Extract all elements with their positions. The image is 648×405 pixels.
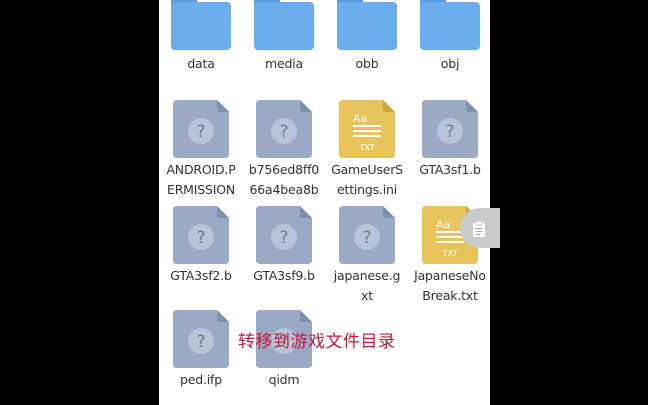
folder-icon	[337, 0, 397, 50]
file-name: JapaneseNoBreak.txt	[414, 268, 486, 303]
file-name: data	[187, 56, 215, 71]
folder-icon	[254, 0, 314, 50]
folder-item[interactable]: media	[248, 0, 320, 80]
file-name: media	[265, 56, 303, 71]
folder-icon	[420, 0, 480, 50]
file-item[interactable]: ? ped.ifp	[165, 308, 237, 405]
folder-icon	[171, 0, 231, 50]
file-name: GTA3sf2.b	[170, 268, 232, 283]
unknown-file-icon: ?	[173, 100, 229, 158]
unknown-file-icon: ?	[422, 100, 478, 158]
file-item[interactable]: ? GTA3sf9.b	[248, 204, 320, 304]
file-name: obb	[355, 56, 379, 71]
unknown-file-icon: ?	[173, 206, 229, 264]
file-item[interactable]: ? GTA3sf1.b	[414, 98, 486, 198]
text-file-icon: Aa TXT	[339, 100, 395, 158]
folder-item[interactable]: data	[165, 0, 237, 80]
svg-text:Aa: Aa	[436, 218, 450, 231]
svg-text:?: ?	[279, 122, 288, 142]
file-item[interactable]: ? b756ed8ff066a4bea8b	[248, 98, 320, 198]
unknown-file-icon: ?	[256, 206, 312, 264]
svg-text:TXT: TXT	[441, 249, 457, 258]
file-name: ANDROID.PERMISSION	[166, 162, 236, 197]
file-item[interactable]: Aa TXT GameUserSettings.ini	[331, 98, 403, 198]
svg-text:Aa: Aa	[353, 112, 367, 125]
svg-text:?: ?	[196, 332, 205, 352]
file-name: japanese.gxt	[333, 268, 401, 303]
file-name: GameUserSettings.ini	[331, 162, 403, 197]
svg-text:?: ?	[362, 228, 371, 248]
clipboard-icon	[473, 221, 485, 237]
folder-item[interactable]: obj	[414, 0, 486, 80]
svg-text:TXT: TXT	[358, 143, 374, 152]
file-item[interactable]: ? japanese.gxt	[331, 204, 403, 304]
folder-item[interactable]: obb	[331, 0, 403, 80]
file-name: GTA3sf9.b	[253, 268, 315, 283]
file-item[interactable]: ? GTA3sf2.b	[165, 204, 237, 304]
unknown-file-icon: ?	[256, 100, 312, 158]
svg-text:?: ?	[279, 228, 288, 248]
unknown-file-icon: ?	[339, 206, 395, 264]
file-name: obj	[440, 56, 460, 71]
file-name: ped.ifp	[180, 372, 222, 387]
file-item[interactable]: ? ANDROID.PERMISSION	[165, 98, 237, 198]
svg-text:?: ?	[445, 122, 454, 142]
svg-text:?: ?	[196, 122, 205, 142]
file-name: b756ed8ff066a4bea8b	[248, 162, 320, 197]
floating-clipboard-button[interactable]	[460, 208, 500, 248]
video-caption: 转移到游戏文件目录	[238, 332, 396, 352]
svg-text:?: ?	[196, 228, 205, 248]
file-name: GTA3sf1.b	[419, 162, 481, 177]
file-name: qidm	[268, 372, 300, 387]
unknown-file-icon: ?	[173, 310, 229, 368]
file-item[interactable]: ? qidm	[248, 308, 320, 405]
